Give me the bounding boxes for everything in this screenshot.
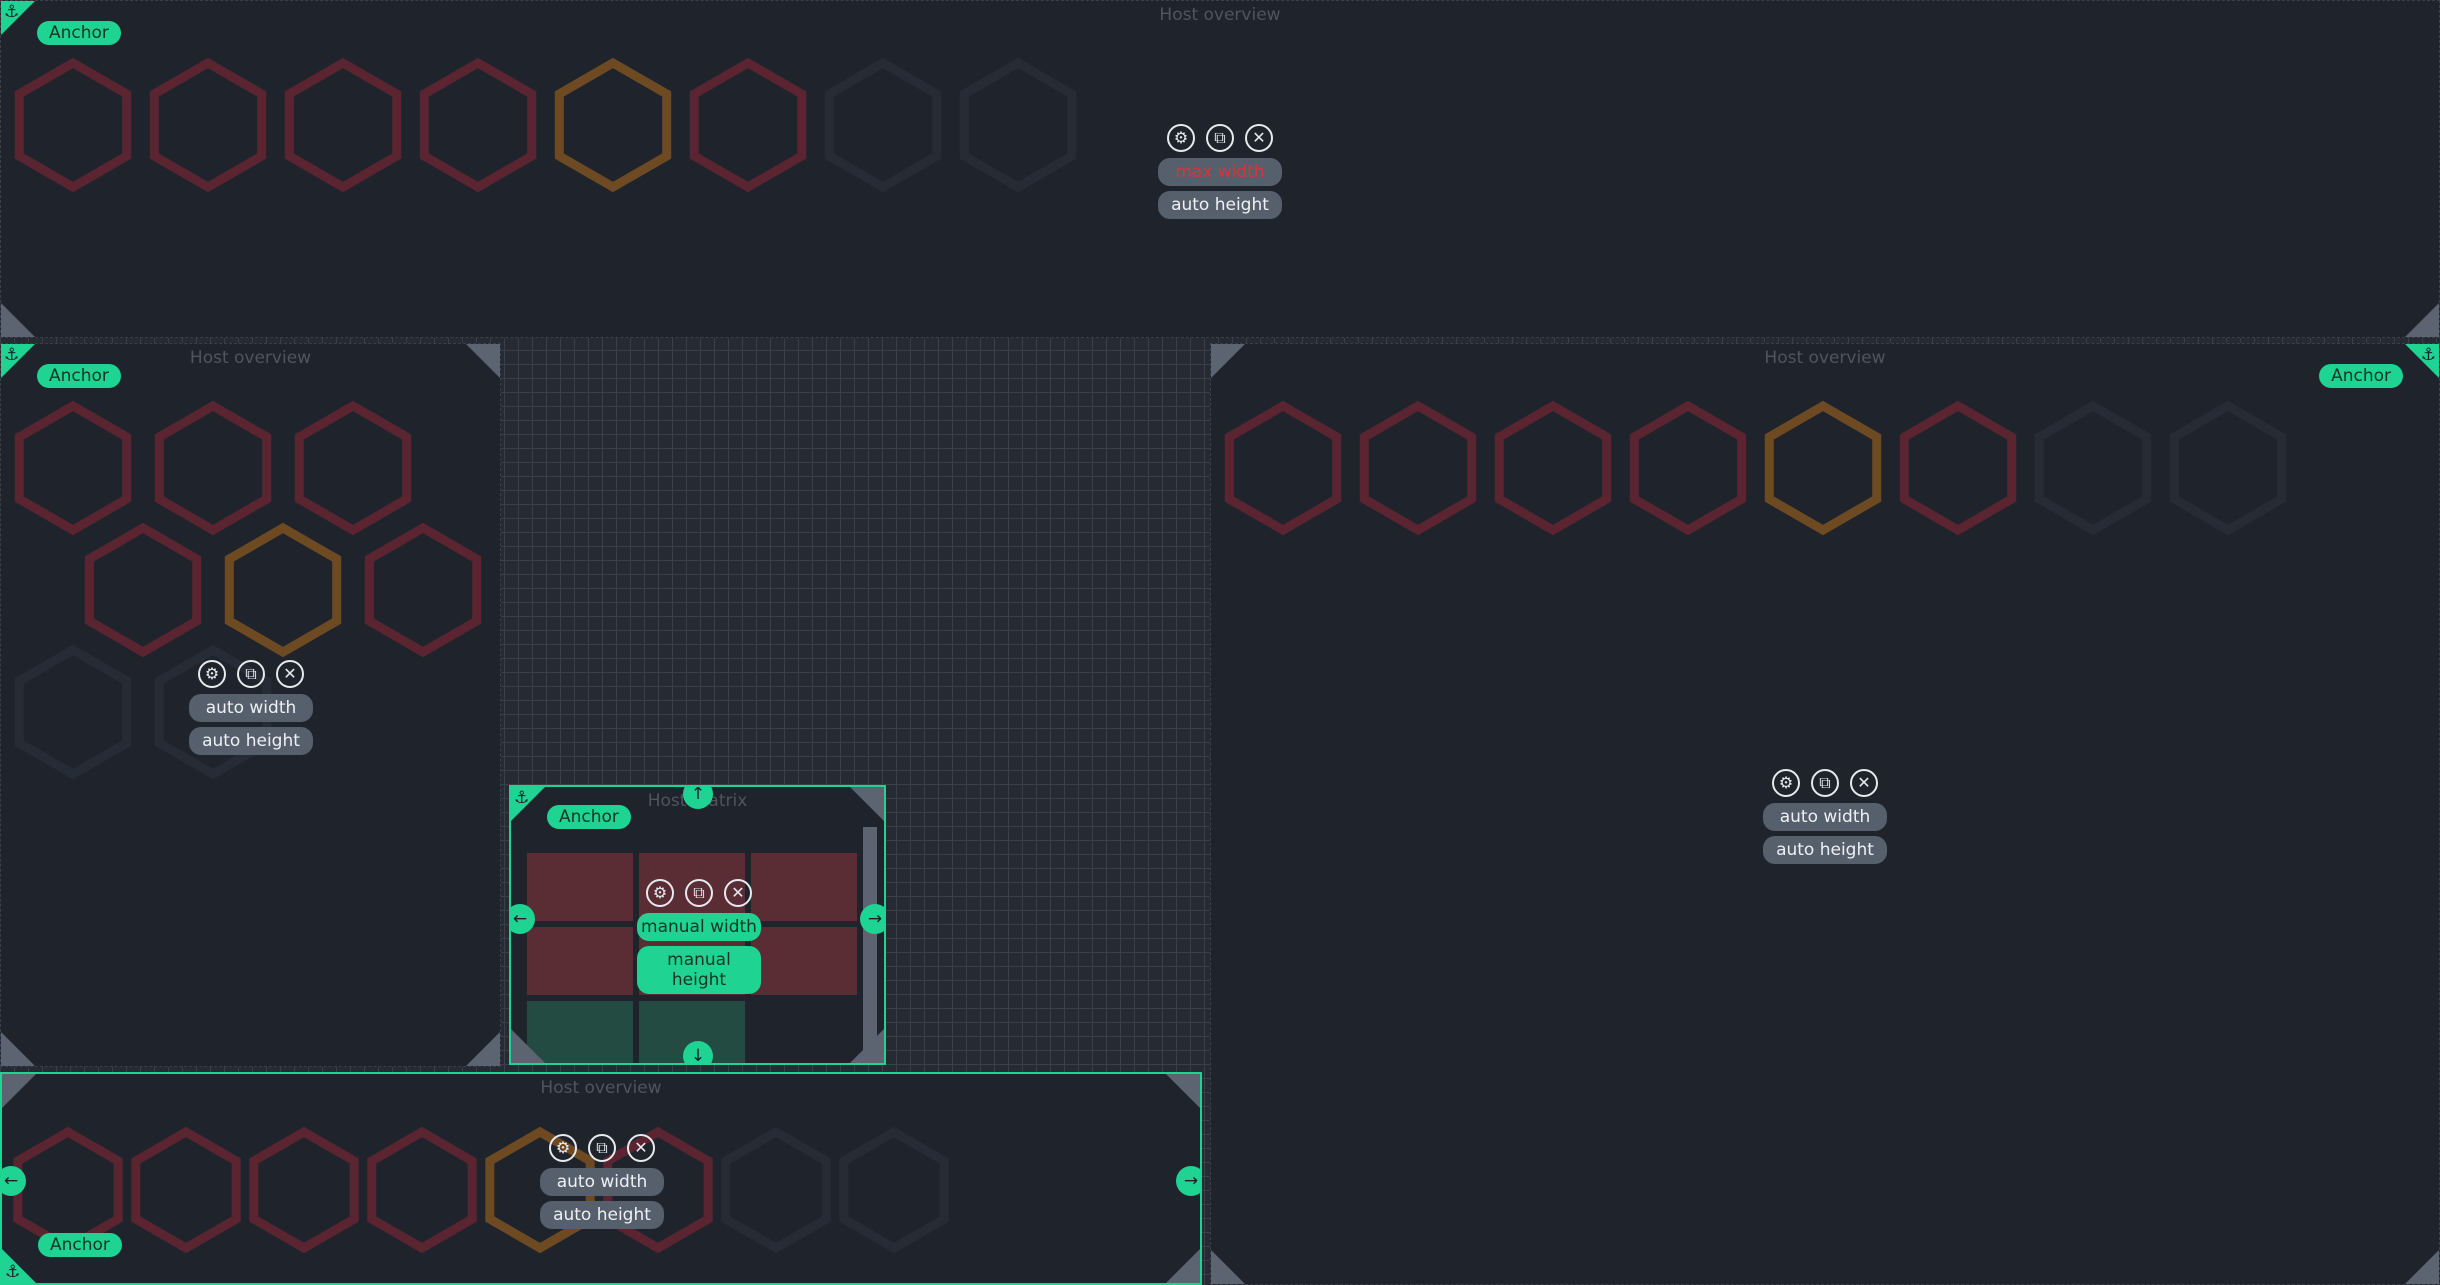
panel-title: Host overview (540, 1078, 662, 1098)
height-mode-button[interactable]: manual height (637, 946, 761, 994)
duplicate-icon[interactable]: ⧉ (237, 660, 265, 688)
anchor-badge[interactable]: Anchor (2319, 364, 2403, 388)
expand-down-button[interactable]: ↓ (683, 1041, 713, 1063)
matrix-cell[interactable] (527, 927, 633, 995)
panel-controls: ⚙ ⧉ ✕ max width auto height (1158, 124, 1282, 224)
anchor-icon: ⚓ (2420, 345, 2436, 365)
panel-title: Host overview (1159, 5, 1281, 25)
host-hexagon[interactable] (154, 400, 272, 536)
host-hexagon[interactable] (2034, 400, 2152, 536)
host-hexagon[interactable] (284, 57, 402, 193)
height-mode-button[interactable]: auto height (1158, 191, 1282, 219)
host-overview-panel-bottom[interactable]: Host overview ⚓ Anchor ← → ⚙ ⧉ ✕ auto wi… (0, 1072, 1202, 1285)
host-hexagon[interactable] (689, 57, 807, 193)
host-hexagon[interactable] (1494, 400, 1612, 536)
anchor-icon: ⚓ (4, 345, 20, 365)
settings-icon[interactable]: ⚙ (198, 660, 226, 688)
host-hexagon[interactable] (1899, 400, 2017, 536)
settings-icon[interactable]: ⚙ (1772, 769, 1800, 797)
close-icon[interactable]: ✕ (276, 660, 304, 688)
host-hexagon[interactable] (14, 644, 132, 780)
host-hexagon[interactable] (419, 57, 537, 193)
host-hexagon[interactable] (131, 1126, 241, 1254)
host-hexagon[interactable] (1224, 400, 1342, 536)
duplicate-icon[interactable]: ⧉ (685, 879, 713, 907)
anchor-badge[interactable]: Anchor (547, 805, 631, 829)
height-mode-button[interactable]: auto height (540, 1201, 664, 1229)
duplicate-icon[interactable]: ⧉ (588, 1134, 616, 1162)
anchor-badge[interactable]: Anchor (38, 1233, 122, 1257)
close-icon[interactable]: ✕ (724, 879, 752, 907)
host-hexagon[interactable] (364, 522, 482, 658)
matrix-cell[interactable] (527, 1001, 633, 1063)
host-hexagon[interactable] (554, 57, 672, 193)
host-hexagon[interactable] (1764, 400, 1882, 536)
close-icon[interactable]: ✕ (627, 1134, 655, 1162)
width-mode-button[interactable]: auto width (1763, 803, 1887, 831)
host-hexagon[interactable] (824, 57, 942, 193)
host-hexagon[interactable] (2169, 400, 2287, 536)
host-hexagon[interactable] (721, 1126, 831, 1254)
host-hexagon[interactable] (959, 57, 1077, 193)
host-hexagon[interactable] (1629, 400, 1747, 536)
host-hexagon[interactable] (839, 1126, 949, 1254)
host-overview-panel-top[interactable]: Host overview ⚓ Anchor ⚙ ⧉ ✕ max width a… (0, 0, 2440, 338)
close-icon[interactable]: ✕ (1850, 769, 1878, 797)
width-mode-button[interactable]: manual width (637, 913, 761, 941)
host-hexagon[interactable] (367, 1126, 477, 1254)
anchor-icon: ⚓ (514, 788, 530, 808)
matrix-cell[interactable] (527, 853, 633, 921)
anchor-badge[interactable]: Anchor (37, 364, 121, 388)
matrix-cell[interactable] (751, 853, 857, 921)
width-mode-button[interactable]: auto width (189, 694, 313, 722)
host-hexagon[interactable] (13, 1126, 123, 1254)
panel-controls: ⚙ ⧉ ✕ auto width auto height (1763, 769, 1887, 869)
host-hexagon[interactable] (224, 522, 342, 658)
width-mode-button[interactable]: auto width (540, 1168, 664, 1196)
settings-icon[interactable]: ⚙ (646, 879, 674, 907)
duplicate-icon[interactable]: ⧉ (1811, 769, 1839, 797)
width-mode-button[interactable]: max width (1158, 158, 1282, 186)
matrix-cell[interactable] (751, 927, 857, 995)
height-mode-button[interactable]: auto height (189, 727, 313, 755)
settings-icon[interactable]: ⚙ (549, 1134, 577, 1162)
host-hexagon[interactable] (14, 57, 132, 193)
host-hexagon[interactable] (249, 1126, 359, 1254)
anchor-icon: ⚓ (5, 1262, 21, 1282)
settings-icon[interactable]: ⚙ (1167, 124, 1195, 152)
anchor-icon: ⚓ (4, 2, 20, 22)
duplicate-icon[interactable]: ⧉ (1206, 124, 1234, 152)
expand-right-button[interactable]: → (1176, 1166, 1200, 1196)
panel-controls: ⚙ ⧉ ✕ auto width auto height (189, 660, 313, 760)
anchor-badge[interactable]: Anchor (37, 21, 121, 45)
host-hexagon[interactable] (1359, 400, 1477, 536)
host-hexagon[interactable] (149, 57, 267, 193)
host-overview-panel-left[interactable]: Host overview ⚓ Anchor ⚙ ⧉ ✕ auto width … (0, 343, 501, 1067)
host-hexagon[interactable] (294, 400, 412, 536)
expand-right-button[interactable]: → (860, 904, 884, 934)
close-icon[interactable]: ✕ (1245, 124, 1273, 152)
panel-controls: ⚙ ⧉ ✕ manual width manual height (637, 879, 761, 999)
host-hexagon[interactable] (84, 522, 202, 658)
panel-controls: ⚙ ⧉ ✕ auto width auto height (540, 1134, 664, 1234)
height-mode-button[interactable]: auto height (1763, 836, 1887, 864)
host-overview-panel-right[interactable]: Host overview ⚓ Anchor ⚙ ⧉ ✕ auto width … (1210, 343, 2440, 1285)
host-matrix-panel[interactable]: Host matrix ⚓ Anchor ↑ ↓ ← → ⚙ ⧉ ✕ manua… (509, 785, 886, 1065)
scrollbar[interactable] (863, 827, 877, 1055)
host-hexagon[interactable] (14, 400, 132, 536)
panel-title: Host overview (1764, 348, 1886, 368)
